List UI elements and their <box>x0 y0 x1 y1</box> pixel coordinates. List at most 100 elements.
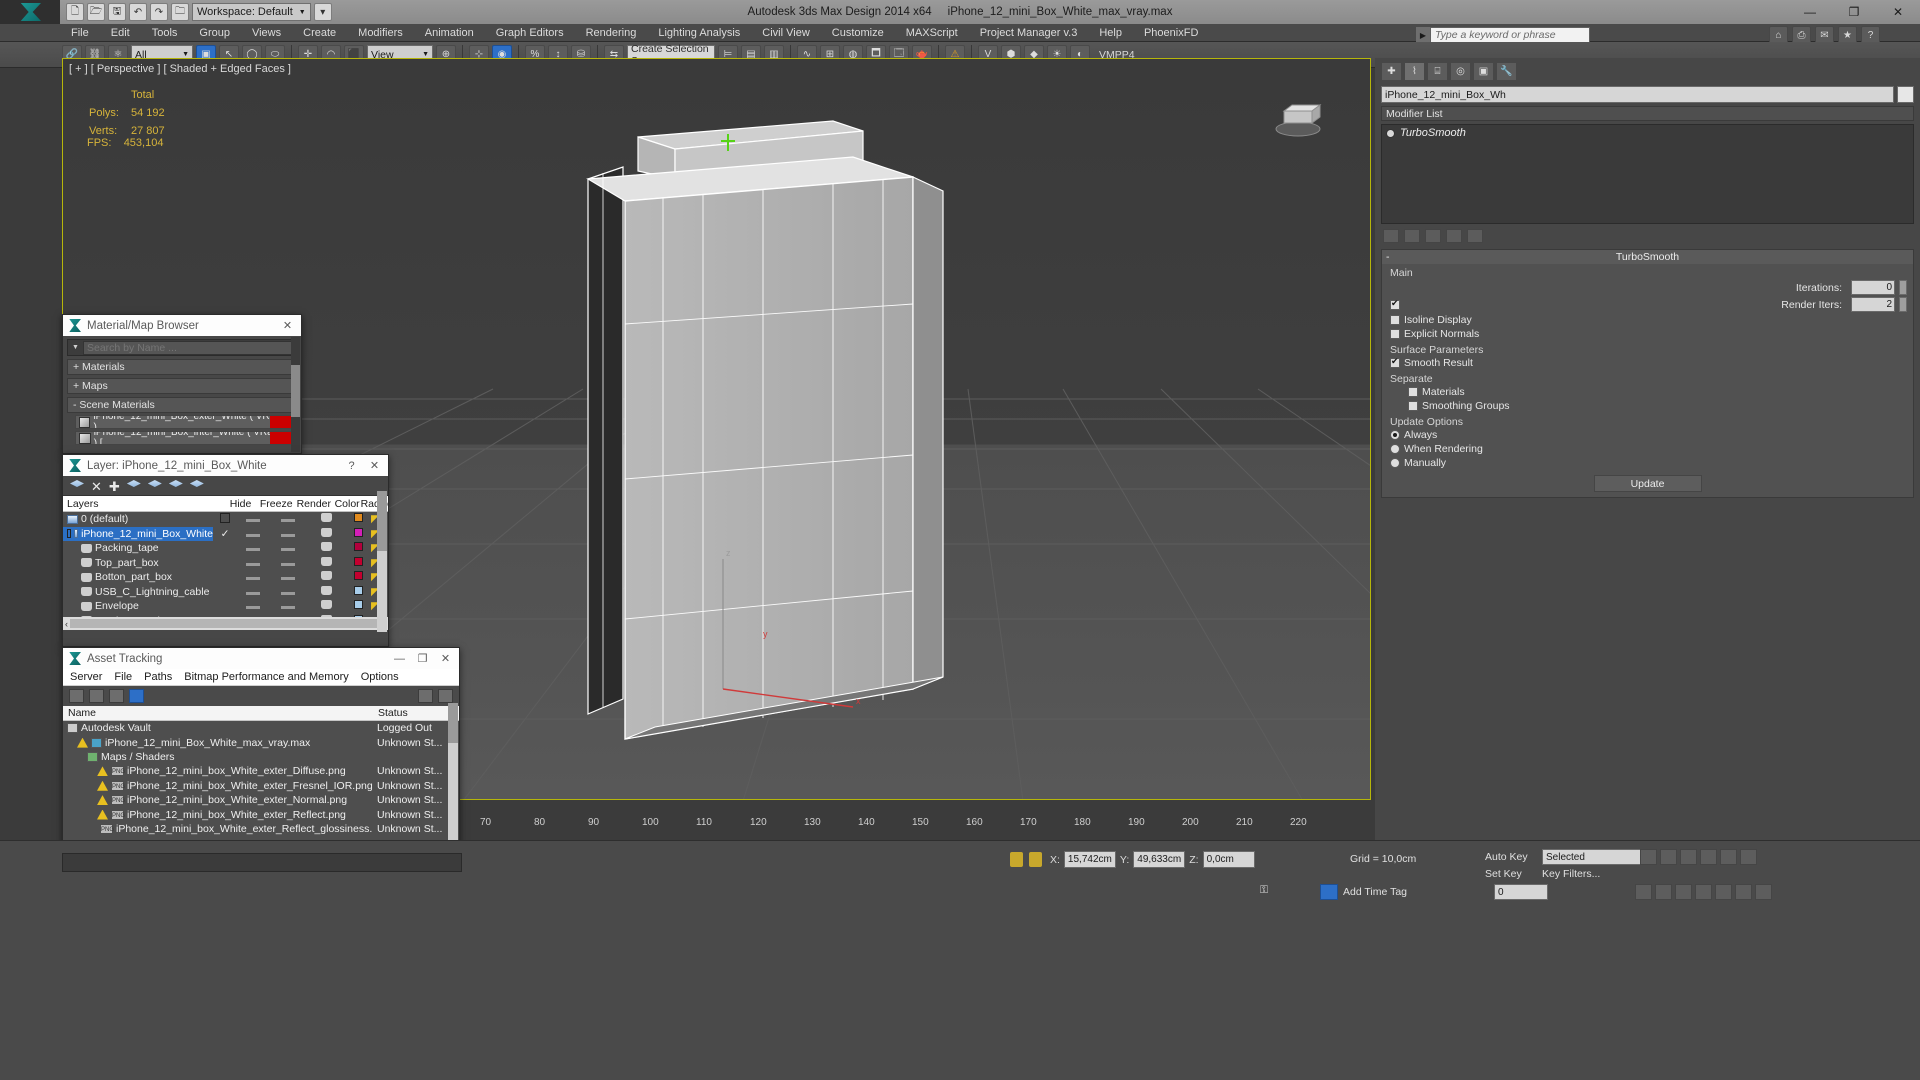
go-to-end-icon[interactable] <box>1720 849 1737 865</box>
rollout-scene-materials[interactable]: - Scene Materials <box>67 397 297 413</box>
at-list-view-icon[interactable] <box>89 689 104 703</box>
layer-manager-window[interactable]: Layer: iPhone_12_mini_Box_White ? ✕ ✕ ✚ … <box>62 454 389 647</box>
play-animation-icon[interactable] <box>1680 849 1697 865</box>
menu-item-modifiers[interactable]: Modifiers <box>347 24 414 42</box>
material-browser-scrollbar[interactable] <box>291 337 300 452</box>
layer-freeze-toggle[interactable] <box>269 513 307 525</box>
layer-freeze-toggle[interactable] <box>269 615 307 617</box>
at-menu-options[interactable]: Options <box>361 671 399 683</box>
save-file-icon[interactable]: 🖫 <box>108 3 126 21</box>
layer-freeze-toggle[interactable] <box>269 571 307 583</box>
asset-row[interactable]: Autodesk Vault Logged Out <box>63 721 459 735</box>
modifier-enable-icon[interactable] <box>1386 128 1395 138</box>
coord-value-field[interactable]: 49,633cm <box>1133 851 1186 868</box>
menu-item-rendering[interactable]: Rendering <box>575 24 648 42</box>
redo-icon[interactable]: ↷ <box>150 3 168 21</box>
show-end-result-icon[interactable] <box>1404 229 1420 243</box>
menu-item-edit[interactable]: Edit <box>100 24 141 42</box>
smooth-result-checkbox[interactable] <box>1390 356 1400 368</box>
key-filters-button[interactable]: Key Filters... <box>1542 868 1600 880</box>
layer-row[interactable]: Top_part_box ◤ <box>63 556 388 571</box>
modifier-stack[interactable]: TurboSmooth <box>1381 124 1914 224</box>
layer-render-toggle[interactable] <box>307 571 345 583</box>
layer-freeze-toggle[interactable] <box>269 557 307 569</box>
rollout-materials[interactable]: + Materials <box>67 359 297 375</box>
layer-hide-toggle[interactable] <box>237 528 269 540</box>
manually-radio[interactable] <box>1390 458 1400 468</box>
layer-color-swatch[interactable] <box>345 614 371 617</box>
materials-checkbox[interactable] <box>1408 387 1418 397</box>
render-iters-value[interactable]: 2 <box>1851 297 1895 312</box>
object-color-swatch[interactable] <box>1897 86 1914 103</box>
at-menu-server[interactable]: Server <box>70 671 102 683</box>
modifier-list-dropdown[interactable]: Modifier List <box>1381 106 1914 121</box>
layer-color-swatch[interactable] <box>345 556 371 569</box>
iterations-value[interactable]: 0 <box>1851 280 1895 295</box>
at-refresh-icon[interactable] <box>69 689 84 703</box>
asset-row[interactable]: PNG iPhone_12_mini_box_White_exter_Normal… <box>63 793 459 807</box>
layer-render-toggle[interactable] <box>307 542 345 554</box>
layer-render-toggle[interactable] <box>307 614 345 617</box>
menu-item-animation[interactable]: Animation <box>414 24 485 42</box>
menu-item-civil-view[interactable]: Civil View <box>751 24 820 42</box>
pin-stack-icon[interactable] <box>1383 229 1399 243</box>
tab-create[interactable]: ✚ <box>1381 62 1402 81</box>
delete-layer-icon[interactable]: ✕ <box>91 479 102 494</box>
rollout-maps[interactable]: + Maps <box>67 378 297 394</box>
layer-row[interactable]: Envelope ◤ <box>63 599 388 614</box>
at-tree-view-icon[interactable] <box>109 689 124 703</box>
scroll-thumb[interactable] <box>70 619 381 628</box>
material-browser-titlebar[interactable]: Material/Map Browser ✕ <box>63 315 301 336</box>
close-button[interactable]: ✕ <box>1876 0 1920 24</box>
asset-vertical-scrollbar[interactable] <box>448 703 458 862</box>
zoom-extents-icon[interactable] <box>1675 884 1692 900</box>
layer-color-swatch[interactable] <box>345 585 371 598</box>
smoothing-groups-checkbox[interactable] <box>1408 401 1418 411</box>
layer-vertical-scrollbar[interactable] <box>377 491 387 632</box>
when-rendering-radio[interactable] <box>1390 444 1400 454</box>
add-time-tag-label[interactable]: Add Time Tag <box>1343 886 1407 898</box>
layer-row[interactable]: Botton_part_box ◤ <box>63 570 388 585</box>
scroll-left-icon[interactable]: ‹ <box>65 619 68 629</box>
create-new-layer-icon[interactable] <box>70 480 84 488</box>
add-time-tag-icon[interactable] <box>1320 884 1338 900</box>
layer-hide-toggle[interactable] <box>237 557 269 569</box>
layer-hide-toggle[interactable] <box>237 571 269 583</box>
key-mode-dropdown[interactable]: Selected <box>1542 849 1642 865</box>
asset-row[interactable]: PNG iPhone_12_mini_box_White_exter_Fresne… <box>63 779 459 793</box>
at-detail-view-icon[interactable] <box>129 689 144 703</box>
previous-frame-icon[interactable] <box>1660 849 1677 865</box>
layer-hide-toggle[interactable] <box>237 615 269 617</box>
add-to-layer-icon[interactable]: ✚ <box>109 479 120 494</box>
maximize-viewport-toggle-icon[interactable] <box>1755 884 1772 900</box>
layer-render-toggle[interactable] <box>307 600 345 612</box>
tab-display[interactable]: ▣ <box>1473 62 1494 81</box>
select-objects-in-layer-icon[interactable] <box>126 480 141 488</box>
layer-row[interactable]: 0 (default) ◤ <box>63 512 388 527</box>
iterations-spinner-icon[interactable] <box>1899 280 1907 295</box>
scene-material-row[interactable]: iPhone_12_mini_Box_exter_White ( VRayMtl… <box>75 415 297 429</box>
set-key-button[interactable]: Set Key <box>1485 868 1537 880</box>
app-logo[interactable] <box>0 0 60 24</box>
material-map-browser-window[interactable]: Material/Map Browser ✕ ▼ + Materials + M… <box>62 314 302 454</box>
open-file-icon[interactable]: 🗁 <box>87 3 105 21</box>
zoom-all-icon[interactable] <box>1655 884 1672 900</box>
key-toggle-icon[interactable]: ⚿ <box>1260 884 1268 897</box>
view-cube[interactable] <box>1268 81 1328 141</box>
object-name-input[interactable] <box>1381 86 1894 103</box>
material-search-input[interactable] <box>83 340 296 355</box>
at-menu-bitmap-performance[interactable]: Bitmap Performance and Memory <box>184 671 348 683</box>
layer-row[interactable]: USB_C_Lightning_cable ◤ <box>63 585 388 600</box>
layer-freeze-toggle[interactable] <box>269 542 307 554</box>
at-menu-file[interactable]: File <box>114 671 132 683</box>
layer-freeze-toggle[interactable] <box>269 528 307 540</box>
zoom-icon[interactable] <box>1635 884 1652 900</box>
asset-tracking-titlebar[interactable]: Asset Tracking — ❐ ✕ <box>63 648 459 669</box>
asset-row[interactable]: PNG iPhone_12_mini_box_White_exter_Diffus… <box>63 764 459 778</box>
expand-icon[interactable] <box>67 529 71 539</box>
isolate-selection-icon[interactable] <box>1010 852 1023 867</box>
orbit-icon[interactable] <box>1735 884 1752 900</box>
close-icon[interactable]: ✕ <box>279 317 296 334</box>
minimize-button[interactable]: — <box>1788 0 1832 24</box>
menu-item-help[interactable]: Help <box>1088 24 1133 42</box>
